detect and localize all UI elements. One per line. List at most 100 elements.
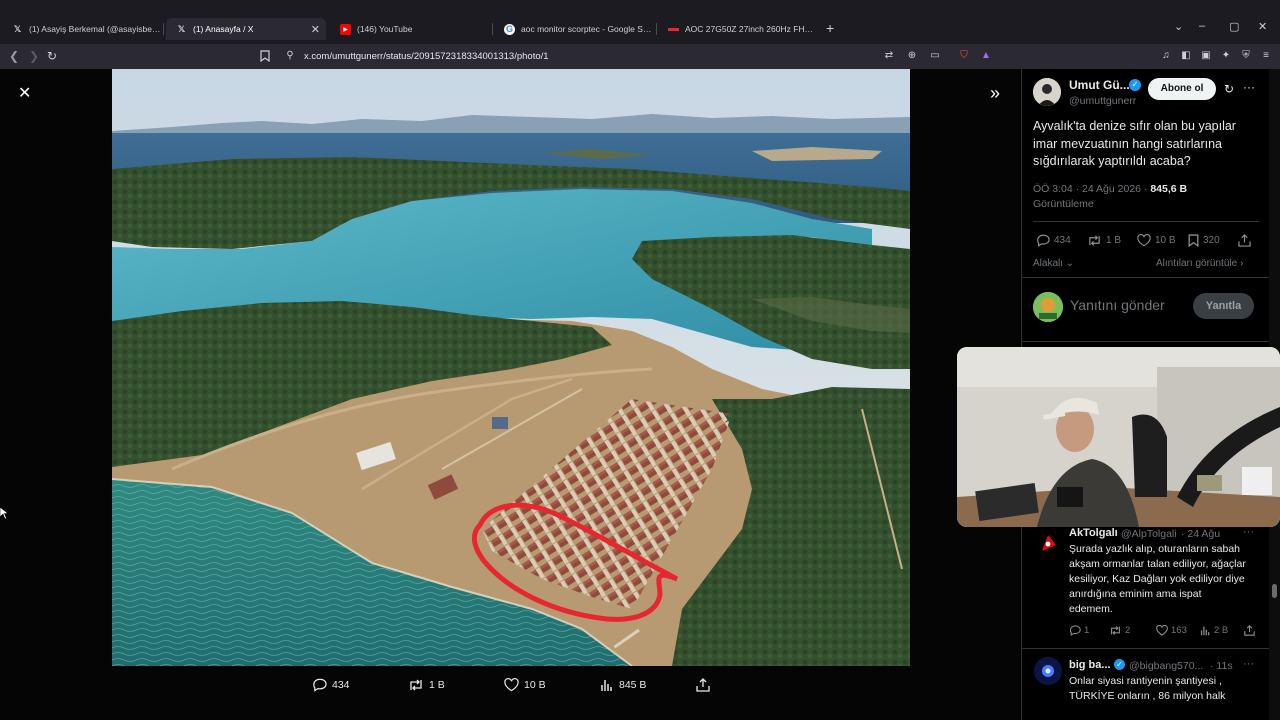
maximize-icon[interactable]: ▢ [1229,20,1239,33]
browser-tab[interactable]: 𝕏 (1) Asayiş Berkemal (@asayisberkemal) [2,18,162,40]
share-icon [1238,234,1251,247]
author-avatar[interactable] [1033,78,1061,106]
scrollbar-thumb[interactable] [1272,584,1277,598]
reply-button[interactable]: Yanıtla [1193,293,1254,319]
reply-time[interactable]: · 24 Ağu [1181,528,1220,540]
back-icon[interactable]: ❮ [9,49,19,63]
tab-title: AOC 27G50Z 27inch 260Hz FHD Fast [685,24,818,34]
google-icon: G [504,23,515,35]
verified-badge-icon: ✓ [1129,79,1141,91]
sort-relevant-dropdown[interactable]: Alakalı ⌄ [1033,258,1074,269]
reply-time[interactable]: · 11s [1210,660,1233,672]
vpn-icon[interactable]: ⛨ [1240,50,1252,62]
close-tab-icon[interactable]: ✕ [311,23,320,36]
like-stat[interactable]: 10 B [1137,234,1176,247]
reply-stat[interactable]: 434 [1036,234,1071,247]
browser-tab[interactable]: ▶ (146) YouTube [330,18,490,40]
views-label: Görüntüleme [1033,198,1094,210]
repost-action[interactable]: 1 B [408,678,445,692]
reply-author-handle[interactable]: @bigbang570... [1129,660,1203,672]
grok-icon[interactable]: ↻ [1224,82,1234,96]
mouse-cursor-icon [0,507,8,519]
more-options-icon[interactable]: ··· [1243,526,1254,538]
repost-stat[interactable]: 1 B [1087,234,1121,247]
share-icon [696,678,710,692]
bookmark-page-icon[interactable] [259,50,271,63]
new-tab-button[interactable]: + [826,20,834,36]
zoom-icon[interactable]: ⊕ [906,50,918,62]
reply-count: 1 [1084,625,1090,636]
bookmark-stat[interactable]: 320 [1188,234,1220,247]
translate-icon[interactable]: ⇄ [883,50,895,62]
bookmark-count: 320 [1203,235,1220,246]
reply-author-name[interactable]: AkTolgalı [1069,527,1118,539]
view-quotes-link[interactable]: Alıntıları görüntüle › [1156,258,1243,269]
repost-count: 1 B [429,679,445,691]
leo-ai-icon[interactable]: ✦ [1220,50,1232,62]
brave-shield-icon[interactable]: ⛉ [958,50,970,62]
sidebar-toggle-icon[interactable]: ◧ [1180,50,1192,62]
reply-replies[interactable]: 1 [1069,625,1089,636]
browser-tab-bar: 𝕏 (1) Asayiş Berkemal (@asayisberkemal) … [0,0,1280,44]
tab-separator [163,23,164,35]
reply-icon [1037,234,1050,247]
reply-author-handle[interactable]: @AlpTolgali [1121,528,1177,540]
browser-tab[interactable]: G aoc monitor scorptec - Google Search [494,18,654,40]
reply-action[interactable]: 434 [312,678,350,692]
share-action[interactable] [696,678,715,692]
divider [1022,341,1270,342]
more-options-icon[interactable]: ··· [1243,658,1254,670]
like-action[interactable]: 10 B [504,678,546,692]
heart-icon [1137,234,1151,247]
cast-icon[interactable]: ▭ [929,50,941,62]
tweet-timestamp[interactable]: ÖÖ 3:04 · 24 Ağu 2026 · [1033,183,1150,195]
more-options-icon[interactable]: ··· [1243,80,1255,94]
tab-list-icon[interactable]: ⌄ [1174,20,1183,33]
divider [1022,648,1270,649]
reload-icon[interactable]: ↻ [47,49,57,63]
x-logo-icon: 𝕏 [177,23,186,34]
divider [1033,221,1259,222]
share-stat[interactable] [1238,234,1255,247]
reply-avatar[interactable] [1034,657,1062,685]
reply-author-name[interactable]: big ba... [1069,659,1111,671]
tweet-photo[interactable] [112,69,910,666]
reply-share[interactable] [1244,625,1258,636]
site-info-icon[interactable]: ⚲ [284,50,296,62]
menu-icon[interactable]: ≡ [1260,50,1272,62]
close-window-icon[interactable]: ✕ [1258,20,1267,33]
browser-tab[interactable]: AOC 27G50Z 27inch 260Hz FHD Fast [658,18,818,40]
reply-views[interactable]: 2 B [1200,625,1228,636]
wallet-icon[interactable]: ▣ [1200,50,1212,62]
close-icon[interactable]: ✕ [18,83,31,103]
reply-input[interactable]: Yanıtını gönder [1070,297,1165,313]
reply-text: Onlar siyasi rantiyenin şantiyesi , TÜRK… [1069,675,1226,702]
tweet-text: Ayvalık'ta denize sıfır olan bu yapılar … [1033,119,1236,168]
chevron-down-icon: ⌄ [1065,258,1075,269]
minimize-icon[interactable]: – [1199,20,1205,32]
reply-avatar[interactable] [1036,531,1060,555]
author-name[interactable]: Umut Gü... [1069,78,1130,92]
tab-title: (146) YouTube [357,24,413,34]
reply-likes[interactable]: 163 [1156,625,1187,636]
follow-button[interactable]: Abone ol [1148,78,1216,100]
repost-icon [1089,235,1100,246]
x-logo-icon: 𝕏 [13,23,22,34]
browser-tab-active[interactable]: 𝕏 (1) Anasayfa / X ✕ [166,18,326,40]
reply-text: Şurada yazlık alıp, oturanların sabah ak… [1069,543,1246,615]
browser-toolbar: ❮ ❯ ↻ ⚲ x.com/umuttgunerr/status/2091572… [0,44,1280,69]
views-action[interactable]: 845 B [600,678,646,692]
collapse-sidebar-icon[interactable]: » [990,83,1000,104]
photo-action-bar: 434 1 B 10 B 845 B [300,673,740,697]
forward-icon[interactable]: ❯ [29,49,39,63]
repost-count: 2 [1125,625,1131,636]
reply-reposts[interactable]: 2 [1109,625,1130,636]
tweet-meta: ÖÖ 3:04 · 24 Ağu 2026 · 845,6 B Görüntül… [1033,182,1263,212]
repost-icon [410,679,422,691]
author-handle[interactable]: @umuttgunerr [1069,95,1136,107]
media-icon[interactable]: ♫ [1160,50,1172,62]
tab-title: (1) Anasayfa / X [193,24,254,34]
aerial-photo-ayvalik [112,69,910,666]
views-count: 2 B [1214,625,1229,636]
brave-rewards-icon[interactable]: ▲ [980,50,992,62]
